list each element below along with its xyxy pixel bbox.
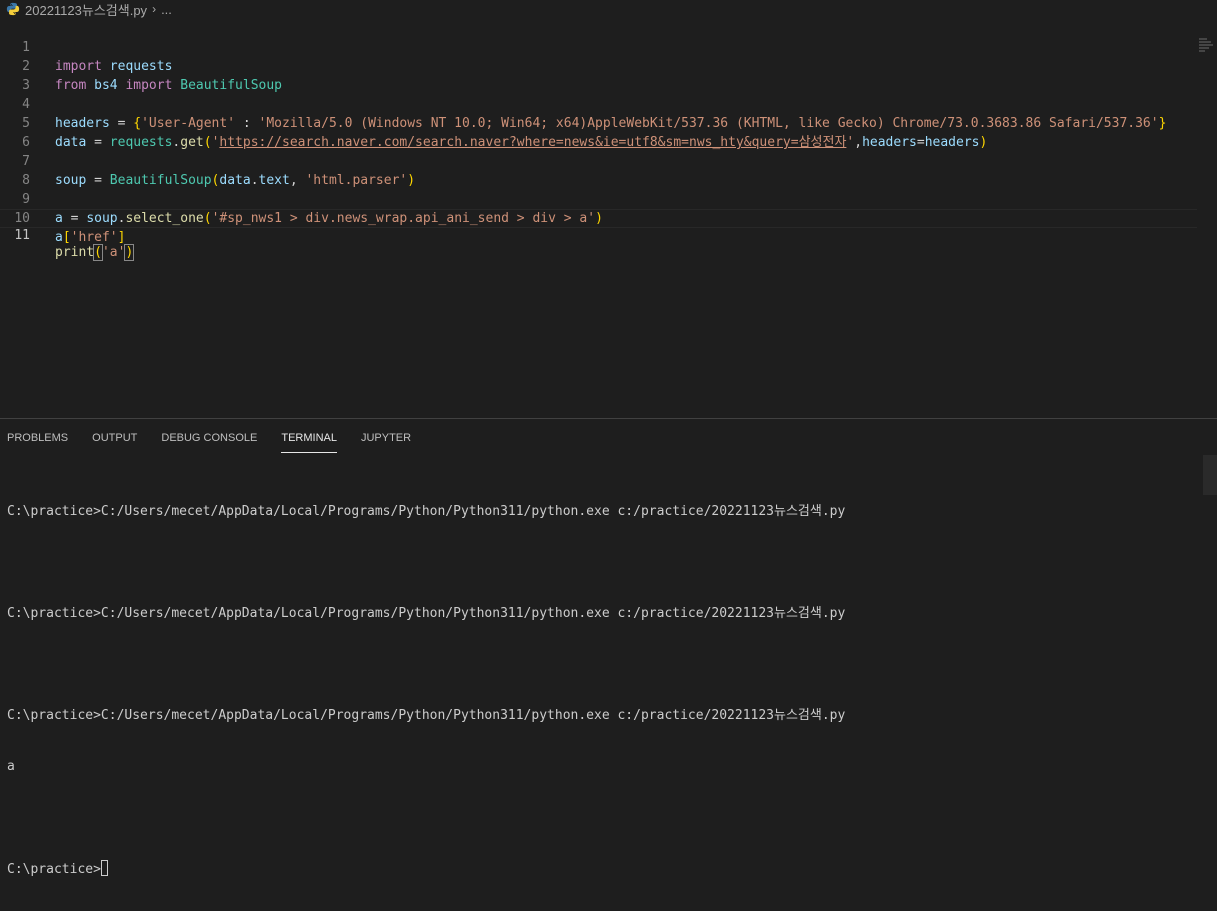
tab-terminal[interactable]: TERMINAL	[269, 419, 349, 455]
terminal-prompt: C:\practice>	[7, 862, 101, 877]
breadcrumb: 20221123뉴스검색.py › ...	[0, 0, 1217, 18]
tab-problems[interactable]: PROBLEMS	[0, 419, 80, 455]
code-line-4[interactable]: 4 headers = {'User-Agent' : 'Mozilla/5.0…	[0, 76, 1197, 131]
python-file-icon	[6, 2, 20, 16]
terminal-scrollbar[interactable]	[1203, 455, 1217, 495]
code-editor[interactable]: 1 import requests 2 from bs4 import Beau…	[0, 18, 1217, 418]
code-line-3[interactable]: 3	[0, 57, 1197, 93]
terminal-line: C:\practice>C:/Users/mecet/AppData/Local…	[7, 708, 846, 723]
breadcrumb-more[interactable]: ...	[161, 2, 172, 17]
minimap-line	[1199, 47, 1209, 49]
code-line-11[interactable]: 11 print('a')	[0, 209, 1197, 261]
token: 'href'	[70, 230, 118, 245]
terminal-output[interactable]: C:\practice>C:/Users/mecet/AppData/Local…	[7, 469, 1197, 911]
minimap[interactable]	[1199, 38, 1213, 62]
code-line-1[interactable]: 1 import requests	[0, 19, 1197, 74]
tab-label: TERMINAL	[281, 424, 337, 453]
panel-tabs: PROBLEMS OUTPUT DEBUG CONSOLE TERMINAL J…	[0, 419, 423, 455]
tab-label: OUTPUT	[92, 432, 138, 444]
code-line-9[interactable]: 9 a = soup.select_one('#sp_nws1 > div.ne…	[0, 171, 1197, 226]
tab-jupyter[interactable]: JUPYTER	[349, 419, 423, 455]
terminal-line: C:\practice>C:/Users/mecet/AppData/Local…	[7, 606, 846, 621]
terminal-prompt-line[interactable]: C:\practice>	[7, 860, 1197, 877]
tab-label: DEBUG CONSOLE	[161, 432, 258, 444]
token: ]	[117, 230, 126, 245]
tab-label: JUPYTER	[360, 432, 412, 444]
breadcrumb-file[interactable]: 20221123뉴스검색.py	[25, 0, 147, 19]
minimap-line	[1199, 41, 1211, 43]
token: )	[124, 244, 135, 261]
minimap-line	[1199, 38, 1207, 40]
terminal-line: a	[7, 759, 15, 774]
terminal-line: C:\practice>C:/Users/mecet/AppData/Local…	[7, 504, 846, 519]
token: print	[55, 245, 95, 260]
code-line-7[interactable]: 7 soup = BeautifulSoup(data.text, 'html.…	[0, 133, 1197, 188]
token: [	[62, 230, 71, 245]
terminal-cursor	[100, 860, 108, 876]
code-line-6[interactable]: 6	[0, 114, 1197, 150]
token: 'a'	[101, 245, 126, 260]
tab-debug-console[interactable]: DEBUG CONSOLE	[149, 419, 269, 455]
code-line-2[interactable]: 2 from bs4 import BeautifulSoup	[0, 38, 1197, 93]
bottom-panel: PROBLEMS OUTPUT DEBUG CONSOLE TERMINAL J…	[0, 418, 1217, 877]
token: a	[55, 230, 63, 245]
code-line-10[interactable]: 10 a['href']	[0, 190, 1197, 245]
line-number: 11	[14, 228, 30, 243]
minimap-line	[1199, 44, 1213, 46]
tab-output[interactable]: OUTPUT	[80, 419, 149, 455]
tab-label: PROBLEMS	[7, 432, 69, 444]
minimap-line	[1199, 50, 1205, 52]
code-line-8[interactable]: 8	[0, 152, 1197, 188]
token: (	[93, 244, 103, 261]
code-line-5[interactable]: 5 data = requests.get('https://search.na…	[0, 95, 1197, 150]
chevron-right-icon: ›	[152, 2, 157, 16]
